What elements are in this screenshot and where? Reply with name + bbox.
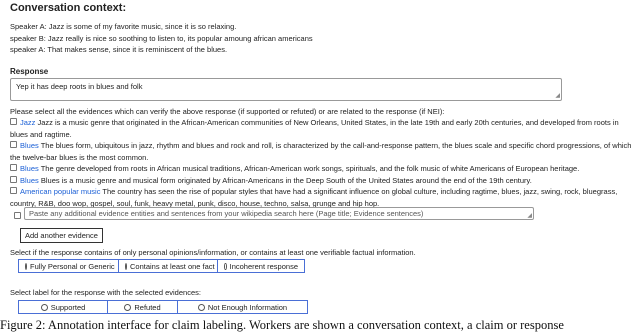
evidence-title: Blues [20,175,39,185]
evidence-title: Blues [20,141,39,150]
evidence-title: American popular music [20,187,101,196]
radio-label: Contains at least one fact [130,261,215,271]
evidence-text: Blues is a music genre and musical form … [40,175,532,185]
context-line: speaker B: Jazz really is nice so soothi… [10,33,313,43]
evidence-text: Jazz is a music genre that originated in… [10,118,619,139]
evidence-title: Jazz [20,118,36,127]
evidence-checkbox[interactable] [10,141,17,148]
evidence-title: Blues [20,164,39,173]
additional-evidence-placeholder: Paste any additional evidence entities a… [29,209,424,218]
context-line: speaker A: That makes sense, since it is… [10,45,228,54]
radio-label: Refuted [134,302,161,312]
figure-caption: Figure 2: Annotation interface for claim… [0,318,564,332]
response-label: Response [10,67,49,76]
conversation-context: Speaker A: Jazz is some of my favorite m… [10,21,313,56]
evidence-checkbox[interactable] [10,175,17,183]
conversation-context-title: Conversation context: [10,2,127,14]
additional-evidence-input[interactable]: Paste any additional evidence entities a… [24,207,534,220]
evidence-checkbox[interactable] [10,187,17,194]
evidence-prompt: Please select all the evidences which ca… [10,107,445,116]
radio-refuted[interactable]: Refuted [107,300,178,314]
radio-label: Incoherent response [229,261,298,271]
radio-icon[interactable] [25,262,27,270]
evidence-list: Jazz Jazz is a music genre that originat… [10,117,635,209]
response-textarea[interactable]: Yep it has deep roots in blues and folk … [10,78,562,101]
radio-label: Supported [50,302,86,312]
personal-prompt: Select if the response contains of only … [10,248,416,257]
personal-radio-group: Fully Personal or Generic Contains at le… [18,259,305,273]
additional-evidence-checkbox[interactable] [14,212,21,219]
radio-icon[interactable] [40,303,48,311]
radio-incoherent[interactable]: Incoherent response [217,259,305,273]
radio-icon[interactable] [224,262,227,270]
radio-label: Not Enough Information [207,302,288,312]
radio-supported[interactable]: Supported [18,300,108,314]
resize-handle-icon[interactable]: ◢ [555,93,560,99]
evidence-checkbox[interactable] [10,118,17,125]
radio-fully-personal[interactable]: Fully Personal or Generic [18,259,119,273]
evidence-item: Blues The blues form, ubiquitous in jazz… [10,140,635,163]
radio-contains-fact[interactable]: Contains at least one fact [118,259,218,273]
label-radio-group: Supported Refuted Not Enough Information [18,300,308,314]
evidence-item: Jazz Jazz is a music genre that originat… [10,117,635,140]
radio-icon[interactable] [124,303,132,311]
evidence-item: American popular music The country has s… [10,186,635,209]
response-text: Yep it has deep roots in blues and folk [16,82,143,91]
radio-icon[interactable] [197,303,205,311]
context-line: Speaker A: Jazz is some of my favorite m… [10,22,237,31]
evidence-checkbox[interactable] [10,164,17,171]
resize-handle-icon[interactable]: ◢ [527,213,532,219]
radio-icon[interactable] [125,262,127,270]
add-evidence-button[interactable]: Add another evidence [20,228,103,243]
radio-label: Fully Personal or Generic [30,261,115,271]
radio-not-enough-info[interactable]: Not Enough Information [177,300,308,314]
evidence-text: The blues form, ubiquitous in jazz, rhyt… [10,141,632,162]
evidence-item: Blues Blues is a music genre and musical… [10,175,635,187]
label-prompt: Select label for the response with the s… [10,288,201,297]
evidence-text: The genre developed from roots in Africa… [40,164,580,173]
evidence-text: The country has seen the rise of popular… [10,187,618,208]
evidence-item: Blues The genre developed from roots in … [10,163,635,175]
